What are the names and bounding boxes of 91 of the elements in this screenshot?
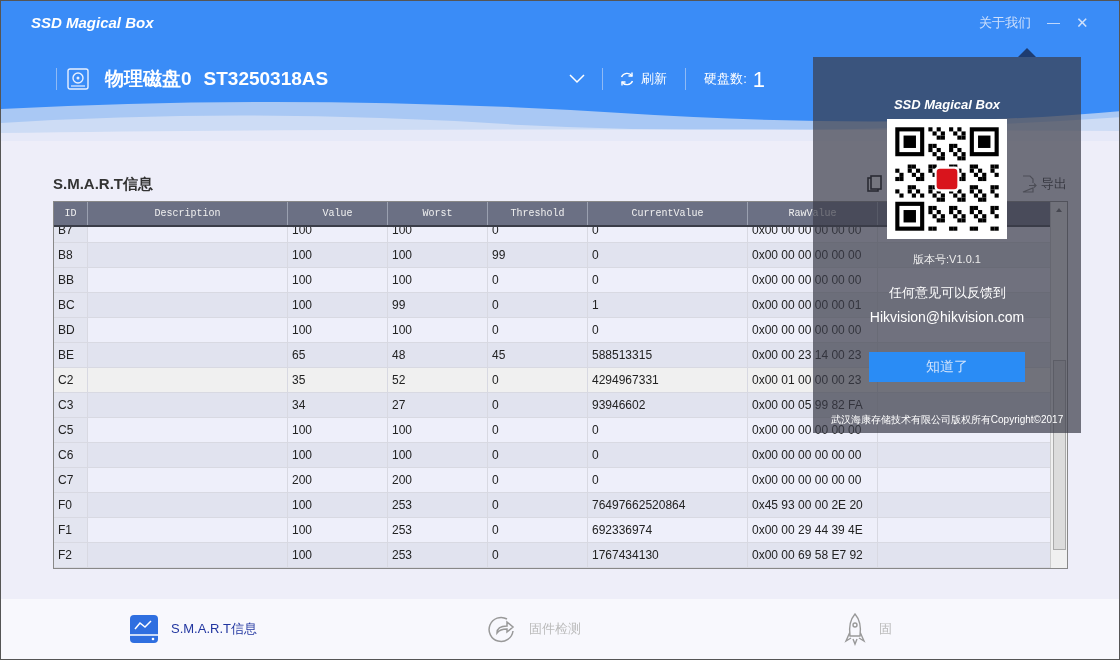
table-cell: 4294967331 <box>588 368 748 392</box>
table-cell: 0 <box>588 418 748 442</box>
table-cell: 100 <box>388 268 488 292</box>
table-cell: 100 <box>288 318 388 342</box>
table-cell: 93946602 <box>588 393 748 417</box>
popup-title: SSD Magical Box <box>893 96 1001 114</box>
table-cell: 45 <box>488 343 588 367</box>
rocket-icon <box>842 612 867 646</box>
table-cell: 0 <box>488 543 588 567</box>
table-cell: 0 <box>488 418 588 442</box>
table-cell: 100 <box>288 493 388 517</box>
table-cell: 100 <box>288 418 388 442</box>
table-cell: 0 <box>488 518 588 542</box>
table-row[interactable]: F2 100 253 0 1767434130 0x00 00 69 58 E7 92 <box>54 543 1050 568</box>
table-cell: 76497662520864 <box>588 493 748 517</box>
table-cell: 692336974 <box>588 518 748 542</box>
table-cell: 100 <box>288 293 388 317</box>
table-cell: 1 <box>588 293 748 317</box>
table-cell: 100 <box>388 418 488 442</box>
table-cell: 100 <box>388 243 488 267</box>
table-cell: 48 <box>388 343 488 367</box>
table-cell: 100 <box>288 543 388 567</box>
table-row[interactable]: C6 100 100 0 0 0x00 00 00 00 00 00 <box>54 443 1050 468</box>
section-title: S.M.A.R.T信息 <box>53 173 153 194</box>
drive-name: 物理磁盘0 <box>105 66 192 91</box>
table-cell: 0 <box>588 318 748 342</box>
table-cell: C5 <box>54 418 88 442</box>
table-cell: 200 <box>388 468 488 492</box>
table-cell: 100 <box>288 268 388 292</box>
tab-label: S.M.A.R.T信息 <box>171 620 257 639</box>
table-cell: 100 <box>288 443 388 467</box>
table-cell: 0 <box>588 468 748 492</box>
table-cell: 0 <box>588 268 748 292</box>
table-cell: 200 <box>288 468 388 492</box>
table-cell: F1 <box>54 518 88 542</box>
table-cell: BD <box>54 318 88 342</box>
table-cell: 1767434130 <box>588 543 748 567</box>
tab-label: 固件检测 <box>528 620 581 639</box>
column-header[interactable]: Description <box>88 202 288 225</box>
table-cell: 0 <box>588 443 748 467</box>
table-cell: 100 <box>388 443 488 467</box>
table-cell: 0 <box>488 268 588 292</box>
tab-label: 固 <box>878 620 892 639</box>
table-cell: 100 <box>288 518 388 542</box>
table-cell: 253 <box>388 493 488 517</box>
table-cell: 0 <box>488 493 588 517</box>
table-cell: 99 <box>488 243 588 267</box>
table-cell: 0 <box>488 393 588 417</box>
table-cell: 34 <box>288 393 388 417</box>
column-header[interactable]: ID <box>54 202 88 225</box>
table-cell: 100 <box>288 243 388 267</box>
table-cell: 100 <box>388 318 488 342</box>
table-cell: 0 <box>488 468 588 492</box>
table-row[interactable]: F0 100 253 0 76497662520864 0x45 93 00 00 2E 20 <box>54 493 1050 518</box>
table-cell: 0x00 00 00 00 00 00 <box>748 443 878 467</box>
table-cell: 253 <box>388 518 488 542</box>
qr-code-icon <box>887 118 1007 239</box>
column-header[interactable]: Worst <box>388 202 488 225</box>
version-text: 版本号:V1.0.1 <box>913 251 981 267</box>
table-cell: 0 <box>488 368 588 392</box>
table-cell: 253 <box>388 543 488 567</box>
column-header[interactable]: CurrentValue <box>588 202 748 225</box>
chart-drive-icon <box>129 614 159 644</box>
table-cell: 0 <box>488 293 588 317</box>
table-row[interactable]: C7 200 200 0 0 0x00 00 00 00 00 00 <box>54 468 1050 493</box>
refresh-icon <box>619 71 636 87</box>
chevron-down-icon[interactable] <box>568 73 587 85</box>
table-cell: 588513315 <box>588 343 748 367</box>
disk-count-label: 硬盘数: <box>704 70 747 89</box>
table-cell: 27 <box>388 393 488 417</box>
drive-model: ST3250318AS <box>203 66 329 91</box>
table-row[interactable]: F1 100 253 0 692336974 0x00 00 29 44 39 4E <box>54 518 1050 543</box>
table-cell: C7 <box>54 468 88 492</box>
table-cell: 65 <box>288 343 388 367</box>
table-cell: 0 <box>488 318 588 342</box>
table-cell: 0x45 93 00 00 2E 20 <box>748 493 878 517</box>
table-cell: 35 <box>288 368 388 392</box>
column-header[interactable]: Threshold <box>488 202 588 225</box>
column-header[interactable]: Value <box>288 202 388 225</box>
disk-count: 1 <box>752 65 766 94</box>
table-cell: 0 <box>488 443 588 467</box>
bottom-tab[interactable]: S.M.A.R.T信息 <box>129 614 257 644</box>
table-cell: BB <box>54 268 88 292</box>
table-cell: 0 <box>588 243 748 267</box>
table-cell: 0x00 00 00 00 00 00 <box>748 468 878 492</box>
table-cell: 0x00 00 69 58 E7 92 <box>748 543 878 567</box>
table-cell: 99 <box>388 293 488 317</box>
table-cell: 0x00 00 29 44 39 4E <box>748 518 878 542</box>
table-cell: 52 <box>388 368 488 392</box>
window-title: SSD Magical Box <box>31 12 154 33</box>
table-cell: C2 <box>54 368 88 392</box>
